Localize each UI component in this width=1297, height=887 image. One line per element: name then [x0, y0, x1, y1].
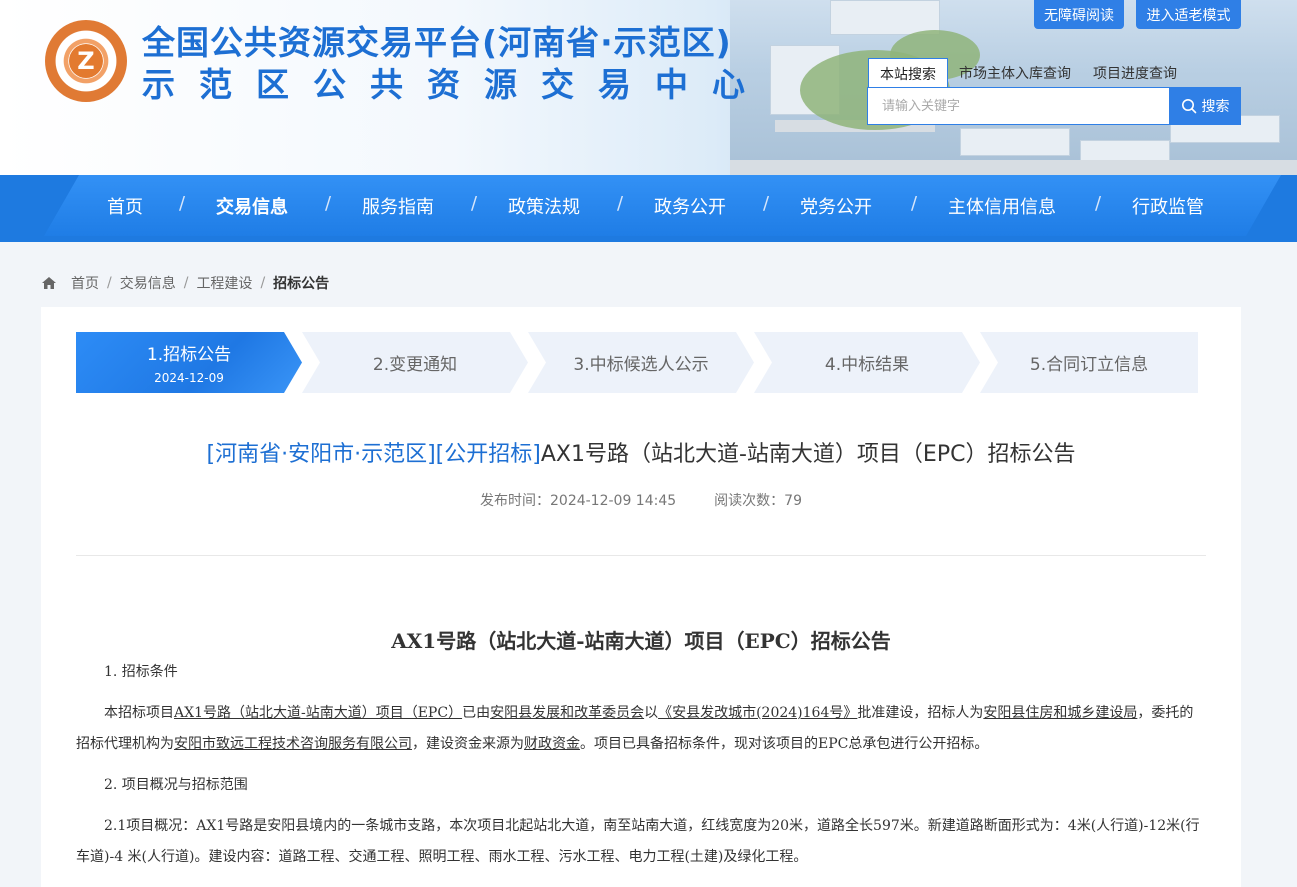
breadcrumb-separator: /: [183, 275, 189, 291]
nav-item-trade-info[interactable]: 交易信息: [216, 193, 288, 219]
approval-doc: 《安县发改城市(2024)164号》: [658, 705, 858, 721]
step-contract-info[interactable]: 5.合同订立信息: [980, 332, 1198, 393]
step-label: 3.中标候选人公示: [573, 355, 709, 375]
section-2-heading: 2. 项目概况与招标范围: [104, 777, 248, 793]
step-label: 1.招标公告: [146, 345, 232, 365]
main-nav: 首页 / 交易信息 / 服务指南 / 政策法规 / 政务公开 / 党务公开 / …: [0, 175, 1297, 242]
section-1-paragraph: 本招标项目AX1号路（站北大道-站南大道）项目（EPC）已由安阳县发展和改革委员…: [76, 705, 1194, 752]
tenderer-name: 安阳县住房和城乡建设局: [983, 705, 1138, 721]
accessibility-button[interactable]: 无障碍阅读: [1034, 0, 1124, 29]
nav-separator: /: [617, 193, 624, 214]
step-label: 2.变更通知: [372, 355, 458, 375]
step-award-result[interactable]: 4.中标结果: [754, 332, 980, 393]
search-tabs: 本站搜索 市场主体入库查询 项目进度查询: [868, 58, 1188, 88]
breadcrumb: 首页 / 交易信息 / 工程建设 / 招标公告: [41, 273, 329, 293]
step-date: 2024-12-09: [154, 371, 224, 385]
step-label: 4.中标结果: [824, 355, 910, 375]
publish-time: 发布时间：2024-12-09 14:45: [480, 493, 677, 509]
site-header: Z 全国公共资源交易平台(河南省·示范区) 示范区公共资源交易中心 无障碍阅读 …: [0, 0, 1297, 175]
nav-item-credit-info[interactable]: 主体信用信息: [948, 193, 1056, 219]
nav-separator: /: [911, 193, 918, 214]
nav-item-service-guide[interactable]: 服务指南: [362, 193, 434, 219]
nav-separator: /: [763, 193, 770, 214]
read-count: 阅读次数：79: [714, 493, 802, 509]
article-title: [河南省·安阳市·示范区][公开招标]AX1号路（站北大道-站南大道）项目（EP…: [76, 436, 1206, 468]
section-2-paragraph: 2.1项目概况：AX1号路是安阳县境内的一条城市支路，本次项目北起站北大道，南至…: [76, 818, 1200, 865]
nav-separator: /: [325, 193, 332, 214]
breadcrumb-home[interactable]: 首页: [71, 273, 99, 293]
section-1-heading: 1. 招标条件: [104, 664, 178, 680]
logo-letter: Z: [69, 44, 103, 78]
breadcrumb-engineering[interactable]: 工程建设: [196, 273, 252, 293]
article-title-text: AX1号路（站北大道-站南大道）项目（EPC）招标公告: [540, 442, 1076, 467]
nav-item-gov-affairs[interactable]: 政务公开: [654, 193, 726, 219]
search-input[interactable]: [867, 87, 1169, 125]
breadcrumb-separator: /: [260, 275, 266, 291]
doc-title: AX1号路（站北大道-站南大道）项目（EPC）招标公告: [391, 629, 891, 653]
approver-name: 安阳县发展和改革委员会: [490, 705, 645, 721]
home-icon: [42, 277, 56, 289]
nav-item-home[interactable]: 首页: [107, 193, 143, 219]
nav-item-admin-supervision[interactable]: 行政监管: [1132, 193, 1204, 219]
search-button[interactable]: 搜索: [1169, 87, 1241, 125]
step-label: 5.合同订立信息: [1029, 355, 1149, 375]
project-name: AX1号路（站北大道-站南大道）项目（EPC）: [174, 705, 463, 721]
fund-source: 财政资金: [524, 736, 580, 752]
step-change-notice[interactable]: 2.变更通知: [302, 332, 528, 393]
nav-separator: /: [179, 193, 186, 214]
breadcrumb-separator: /: [107, 275, 112, 291]
nav-separator: /: [1095, 193, 1102, 214]
tab-project-progress-query[interactable]: 项目进度查询: [1082, 58, 1188, 88]
agent-name: 安阳市致远工程技术咨询服务有限公司: [174, 736, 412, 752]
nav-item-policies[interactable]: 政策法规: [508, 193, 580, 219]
breadcrumb-current: 招标公告: [273, 276, 330, 292]
site-title: 全国公共资源交易平台(河南省·示范区): [142, 23, 732, 62]
search-box: 搜索: [867, 87, 1241, 125]
elder-mode-button[interactable]: 进入适老模式: [1136, 0, 1241, 29]
site-logo[interactable]: Z: [45, 20, 127, 102]
divider: [76, 555, 1206, 556]
step-tender-notice[interactable]: 1.招标公告 2024-12-09: [76, 332, 302, 393]
search-button-label: 搜索: [1201, 99, 1230, 115]
tab-site-search[interactable]: 本站搜索: [868, 58, 948, 88]
article-meta: 发布时间：2024-12-09 14:45 阅读次数：79: [76, 490, 1206, 510]
site-subtitle: 示范区公共资源交易中心: [142, 65, 769, 104]
article-region-tag[interactable]: [河南省·安阳市·示范区][公开招标]: [207, 442, 541, 467]
process-steps: 1.招标公告 2024-12-09 2.变更通知 3.中标候选人公示 4.中标结…: [76, 332, 1198, 393]
breadcrumb-trade-info[interactable]: 交易信息: [120, 273, 176, 293]
nav-item-party-affairs[interactable]: 党务公开: [800, 193, 872, 219]
tab-market-entity-query[interactable]: 市场主体入库查询: [948, 58, 1082, 88]
nav-separator: /: [471, 193, 478, 214]
search-icon: [1181, 99, 1196, 114]
step-candidate-publicity[interactable]: 3.中标候选人公示: [528, 332, 754, 393]
